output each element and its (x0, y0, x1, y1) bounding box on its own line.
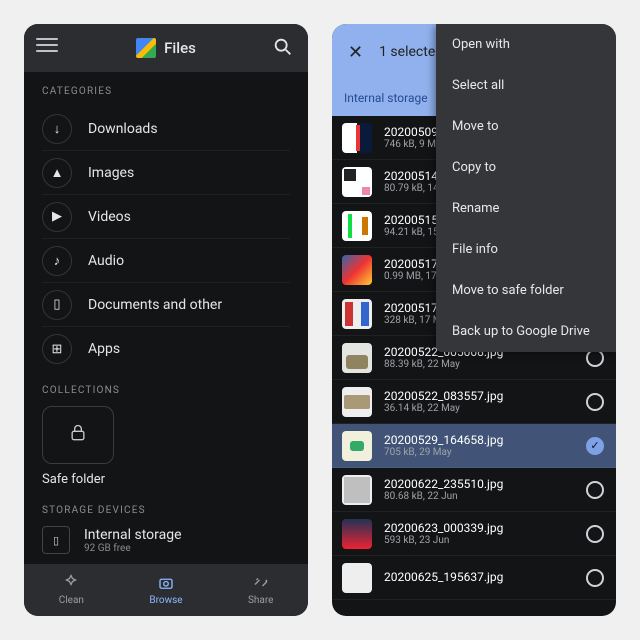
selection-bar: ✕ 1 selected Open withSelect allMove toC… (332, 24, 616, 80)
close-icon[interactable]: ✕ (348, 42, 363, 63)
tab-clean-label: Clean (59, 595, 84, 606)
selection-count: 1 selected (379, 44, 443, 60)
category-label: Apps (88, 341, 120, 357)
crumb-internal[interactable]: Internal storage (344, 91, 428, 105)
category-icon: ▯ (42, 290, 72, 320)
file-name: 20200529_164658.jpg (384, 433, 503, 447)
file-thumbnail (342, 563, 372, 593)
scroll-body[interactable]: CATEGORIES ↓ Downloads ▲ Images ▶ Videos ♪ Audi… (24, 72, 308, 564)
file-thumbnail (342, 387, 372, 417)
category-row-apps[interactable]: ⊞ Apps (42, 327, 290, 371)
tab-clean[interactable]: Clean (24, 564, 119, 616)
file-row[interactable]: 20200522_083557.jpg36.14 kB, 22 May (332, 380, 616, 424)
tab-share-label: Share (248, 595, 273, 606)
radio-icon[interactable] (586, 525, 604, 543)
category-label: Documents and other (88, 297, 222, 313)
category-row-audio[interactable]: ♪ Audio (42, 239, 290, 283)
search-icon[interactable] (272, 36, 294, 58)
file-row[interactable]: 20200622_235510.jpg80.68 kB, 22 Jun (332, 468, 616, 512)
storage-header: STORAGE DEVICES (42, 505, 290, 516)
file-name: 20200625_195637.jpg (384, 570, 503, 584)
category-icon: ▶ (42, 202, 72, 232)
tab-browse[interactable]: Browse (119, 564, 214, 616)
safe-folder-button[interactable] (42, 406, 114, 464)
bottom-tabs: Clean Browse Share (24, 564, 308, 616)
storage-free: 92 GB free (84, 543, 182, 554)
file-meta: 36.14 kB, 22 May (384, 403, 503, 414)
file-thumbnail (342, 167, 372, 197)
category-icon: ↓ (42, 114, 72, 144)
categories-header: CATEGORIES (42, 86, 290, 97)
hamburger-icon[interactable] (36, 38, 58, 52)
app-title: Files (164, 39, 196, 57)
menu-item-back-up-to-google-drive[interactable]: Back up to Google Drive (436, 311, 616, 352)
file-thumbnail (342, 299, 372, 329)
tab-share[interactable]: Share (213, 564, 308, 616)
file-thumbnail (342, 255, 372, 285)
menu-item-rename[interactable]: Rename (436, 188, 616, 229)
file-name: 20200622_235510.jpg (384, 477, 503, 491)
file-meta: 593 kB, 23 Jun (384, 535, 503, 546)
tab-browse-label: Browse (149, 595, 182, 606)
category-label: Audio (88, 253, 124, 269)
category-row-images[interactable]: ▲ Images (42, 151, 290, 195)
storage-name: Internal storage (84, 527, 182, 543)
radio-checked-icon[interactable]: ✓ (586, 437, 604, 455)
file-thumbnail (342, 519, 372, 549)
file-thumbnail (342, 211, 372, 241)
file-meta: 705 kB, 29 May (384, 447, 503, 458)
file-meta: 80.68 kB, 22 Jun (384, 491, 503, 502)
category-row-downloads[interactable]: ↓ Downloads (42, 107, 290, 151)
menu-item-file-info[interactable]: File info (436, 229, 616, 270)
file-row[interactable]: 20200623_000339.jpg593 kB, 23 Jun (332, 512, 616, 556)
internal-storage-row[interactable]: ▯ Internal storage 92 GB free (42, 526, 290, 554)
menu-item-move-to[interactable]: Move to (436, 106, 616, 147)
category-icon: ♪ (42, 246, 72, 276)
file-row[interactable]: 20200529_164658.jpg705 kB, 29 May ✓ (332, 424, 616, 468)
safe-folder-label: Safe folder (42, 472, 290, 487)
menu-item-copy-to[interactable]: Copy to (436, 147, 616, 188)
menu-item-open-with[interactable]: Open with (436, 24, 616, 65)
radio-icon[interactable] (586, 569, 604, 587)
menu-item-select-all[interactable]: Select all (436, 65, 616, 106)
category-row-videos[interactable]: ▶ Videos (42, 195, 290, 239)
category-icon: ▲ (42, 158, 72, 188)
radio-icon[interactable] (586, 481, 604, 499)
files-app-left: Files CATEGORIES ↓ Downloads ▲ Images ▶ Video… (24, 24, 308, 616)
file-meta: 88.39 kB, 22 May (384, 359, 503, 370)
menu-item-move-to-safe-folder[interactable]: Move to safe folder (436, 270, 616, 311)
overflow-menu: Open withSelect allMove toCopy toRenameF… (436, 24, 616, 352)
titlebar: Files (24, 24, 308, 72)
file-thumbnail (342, 343, 372, 373)
file-thumbnail (342, 475, 372, 505)
lock-icon (68, 423, 88, 447)
file-row[interactable]: 20200625_195637.jpg (332, 556, 616, 600)
category-icon: ⊞ (42, 334, 72, 364)
files-logo-icon (136, 38, 156, 58)
file-name: 20200522_083557.jpg (384, 389, 503, 403)
collections-header: COLLECTIONS (42, 385, 290, 396)
category-label: Videos (88, 209, 131, 225)
category-row-documents[interactable]: ▯ Documents and other (42, 283, 290, 327)
files-app-right: ✕ 1 selected Open withSelect allMove toC… (332, 24, 616, 616)
category-label: Downloads (88, 121, 158, 137)
file-thumbnail (342, 431, 372, 461)
category-label: Images (88, 165, 134, 181)
file-name: 20200623_000339.jpg (384, 521, 503, 535)
radio-icon[interactable] (586, 393, 604, 411)
file-thumbnail (342, 123, 372, 153)
phone-icon: ▯ (42, 526, 70, 554)
